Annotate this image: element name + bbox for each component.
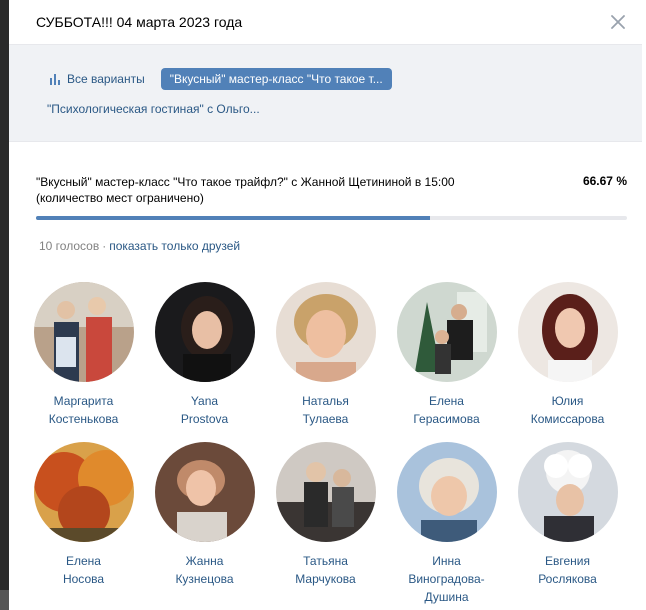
- votes-separator: ·: [102, 239, 107, 253]
- voter-last-name: Prostova: [180, 412, 229, 426]
- voter-last-name: Виноградова-: [408, 572, 485, 586]
- voter-first-name: Инна: [432, 554, 461, 568]
- voter-last-name: Марчукова: [295, 572, 356, 586]
- dialog-header: СУББОТА!!! 04 марта 2023 года: [9, 0, 642, 45]
- voter-card[interactable]: Елена Герасимова: [386, 282, 507, 428]
- answer-progress-fill: [36, 216, 431, 220]
- voter-card[interactable]: Татьяна Марчукова: [265, 442, 386, 606]
- voter-last-name: Герасимова: [413, 412, 480, 426]
- avatar: [396, 442, 497, 542]
- tab-all-label: Все варианты: [67, 72, 145, 86]
- voter-card[interactable]: Инна Виноградова- Душина: [386, 442, 507, 606]
- voter-card[interactable]: Yana Prostova: [144, 282, 265, 428]
- voter-last-name: Носова: [62, 572, 105, 586]
- voter-last-name: Тулаева: [302, 412, 349, 426]
- voter-first-name: Евгения: [545, 554, 590, 568]
- voter-first-name: Жанна: [185, 554, 224, 568]
- voter-card[interactable]: Наталья Тулаева: [265, 282, 386, 428]
- bar-chart-icon: [50, 73, 60, 85]
- voter-last-name: Кузнецова: [175, 572, 234, 586]
- dialog-title: СУББОТА!!! 04 марта 2023 года: [36, 14, 243, 30]
- poll-voters-dialog: СУББОТА!!! 04 марта 2023 года Все вариан…: [9, 0, 642, 610]
- tab-selected-answer[interactable]: "Вкусный" мастер-класс "Что такое т...: [160, 68, 392, 90]
- close-icon: [611, 15, 625, 29]
- answer-tabs: Все варианты "Вкусный" мастер-класс "Что…: [9, 45, 642, 142]
- voter-first-name: Юлия: [551, 394, 584, 408]
- tab-second-answer[interactable]: "Психологическая гостиная" с Ольго...: [47, 102, 260, 116]
- voter-first-name: Елена: [429, 394, 464, 408]
- avatar: [275, 282, 376, 382]
- avatar: [33, 442, 134, 542]
- voter-card[interactable]: Юлия Комиссарова: [507, 282, 628, 428]
- voter-card[interactable]: Жанна Кузнецова: [144, 442, 265, 606]
- voter-card[interactable]: Евгения Рослякова: [507, 442, 628, 606]
- show-friends-link[interactable]: показать только друзей: [109, 239, 240, 253]
- voter-first-name: Наталья: [302, 394, 349, 408]
- voter-first-name: Татьяна: [303, 554, 348, 568]
- voter-last-name-continued: Душина: [424, 590, 469, 604]
- avatar: [396, 282, 497, 382]
- tab-all-variants[interactable]: Все варианты: [49, 72, 145, 86]
- avatar: [275, 442, 376, 542]
- background-edge: [0, 0, 9, 610]
- voter-first-name: Елена: [66, 554, 101, 568]
- voter-first-name: Маргарита: [53, 394, 114, 408]
- voter-first-name: Yana: [190, 394, 219, 408]
- voter-last-name: Рослякова: [538, 572, 597, 586]
- background-edge-bottom: [0, 590, 9, 610]
- votes-count: 10 голосов: [39, 239, 100, 253]
- voter-card[interactable]: Маргарита Костенькова: [23, 282, 144, 428]
- avatar: [154, 442, 255, 542]
- voter-last-name: Костенькова: [48, 412, 119, 426]
- avatar: [154, 282, 255, 382]
- close-button[interactable]: [608, 12, 628, 32]
- voter-last-name: Комиссарова: [530, 412, 605, 426]
- answer-progress-bar: [36, 216, 627, 220]
- answer-text: "Вкусный" мастер-класс "Что такое трайфл…: [36, 175, 455, 205]
- answer-percent: 66.67 %: [582, 174, 627, 188]
- avatar: [33, 282, 134, 382]
- answer-summary: "Вкусный" мастер-класс "Что такое трайфл…: [36, 174, 627, 208]
- avatar: [517, 282, 618, 382]
- avatar: [517, 442, 618, 542]
- votes-row: 10 голосов · показать только друзей: [39, 239, 642, 253]
- voters-grid: Маргарита Костенькова Yana Prostova Наталь…: [23, 282, 629, 606]
- voter-card[interactable]: Елена Носова: [23, 442, 144, 606]
